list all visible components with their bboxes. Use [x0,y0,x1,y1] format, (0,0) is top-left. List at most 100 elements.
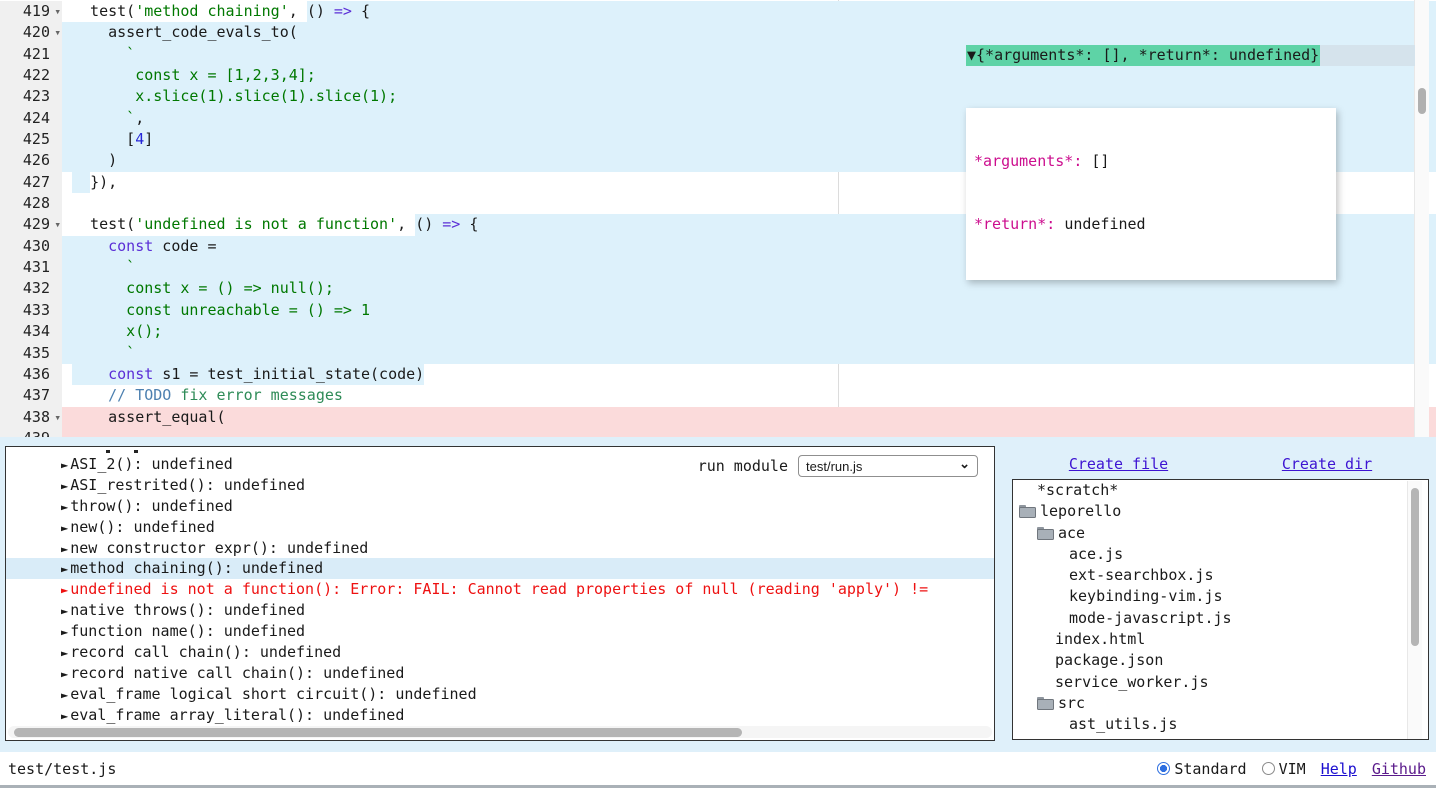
code-token: s1 = test_initial_state(code) [153,364,424,385]
test-result-row[interactable]: ►ASI_restrited(): undefined [6,475,994,496]
code-line[interactable]: 437 // TODO fix error messages [0,385,1436,406]
code-token: , [397,214,415,235]
inspector-row[interactable]: *return*: undefined [974,214,1330,235]
editor-vertical-scrollbar[interactable] [1414,0,1429,437]
test-result-row[interactable]: ►eval_frame array_literal(): undefined [6,705,994,726]
tree-file-item[interactable]: index.html [1013,629,1428,650]
code-line[interactable]: 434 x(); [0,321,1436,342]
test-result-row[interactable]: ►undefined is not a function(): Error: F… [6,579,994,600]
test-result-list: ►ASI_2(): undefined►ASI_restrited(): und… [6,447,994,726]
expand-triangle-icon[interactable]: ► [61,583,68,597]
expand-triangle-icon[interactable]: ► [61,646,68,660]
code-token: test( [72,1,135,22]
tree-folder-item[interactable]: leporello [1013,501,1428,522]
code-line[interactable]: 439 [0,428,1436,437]
expand-triangle-icon[interactable]: ► [61,625,68,639]
tree-file-item[interactable]: ext-searchbox.js [1013,565,1428,586]
expand-triangle-icon[interactable]: ► [61,709,68,723]
code-line-text[interactable]: const s1 = test_initial_state(code) [62,364,1436,385]
gutter-line-number[interactable]: 438▾ [0,407,62,428]
tree-file-item[interactable]: ace.js [1013,544,1428,565]
radio-selected-icon[interactable] [1157,762,1170,775]
create-dir-link[interactable]: Create dir [1282,455,1372,473]
collapse-triangle-icon[interactable]: ▼ [967,46,976,64]
file-tree-header: Create file Create dir [1012,450,1429,478]
gutter-line-number[interactable]: 429▾ [0,214,62,235]
gutter-line-number: 435 [0,343,62,364]
code-line[interactable]: 436 const s1 = test_initial_state(code) [0,364,1436,385]
test-result-row[interactable]: ►new constructor expr(): undefined [6,538,994,559]
current-file-path: test/test.js [8,760,116,778]
test-result-row[interactable]: ►native throws(): undefined [6,600,994,621]
expand-triangle-icon[interactable]: ► [61,688,68,702]
test-result-text: record call chain(): undefined [70,643,341,661]
test-results-panel[interactable]: ►ASI_2(): undefined►ASI_restrited(): und… [5,446,995,741]
scrollbar-thumb[interactable] [1418,88,1426,114]
inspector-row[interactable]: *arguments*: [] [974,151,1330,172]
test-result-text: ASI_restrited(): undefined [70,476,305,494]
code-token: const [108,364,153,385]
expand-triangle-icon[interactable]: ► [61,604,68,618]
tree-item-label: ext-searchbox.js [1069,565,1214,586]
code-line-text[interactable]: assert_equal( [62,407,1436,428]
code-token: { [361,1,370,22]
results-horizontal-scrollbar[interactable] [8,726,992,738]
expand-triangle-icon[interactable]: ► [61,542,68,556]
tree-vertical-scrollbar[interactable] [1407,481,1422,739]
code-token: assert_equal( [72,407,226,428]
tree-file-item[interactable]: package.json [1013,650,1428,671]
value-inspector-tooltip[interactable]: ▼{*arguments*: [], *return*: undefined} … [966,3,1415,322]
run-module-select[interactable]: test/run.js ⌄ [798,455,978,477]
expand-triangle-icon[interactable]: ► [61,479,68,493]
test-result-row[interactable]: ►method chaining(): undefined [6,558,994,579]
gutter-line-number[interactable]: 419▾ [0,1,62,22]
tree-file-item[interactable]: *scratch* [1013,480,1428,501]
tree-file-item[interactable]: service_worker.js [1013,672,1428,693]
test-result-row[interactable]: ►function name(): undefined [6,621,994,642]
code-line[interactable]: 438▾ assert_equal( [0,407,1436,428]
github-link[interactable]: Github [1372,760,1426,778]
scrollbar-thumb[interactable] [14,728,742,737]
test-result-row[interactable]: ►record call chain(): undefined [6,642,994,663]
gutter-line-number[interactable]: 420▾ [0,22,62,43]
expand-triangle-icon[interactable]: ► [61,458,68,472]
tree-folder-item[interactable]: ace [1013,523,1428,544]
expand-triangle-icon[interactable]: ► [61,562,68,576]
gutter-line-number: 425 [0,129,62,150]
scrollbar-thumb[interactable] [1411,488,1419,646]
code-token: const x = () => null(); [72,278,334,299]
code-line-text[interactable] [62,428,1436,437]
test-result-text: method chaining(): undefined [70,559,323,577]
expand-triangle-icon[interactable]: ► [61,500,68,514]
fold-toggle-icon[interactable]: ▾ [54,214,61,235]
create-file-link[interactable]: Create file [1069,455,1168,473]
tree-folder-item[interactable]: src [1013,693,1428,714]
radio-unselected-icon[interactable] [1262,762,1275,775]
keybinding-vim-radio[interactable]: VIM [1262,760,1306,778]
tree-file-item[interactable]: mode-javascript.js [1013,608,1428,629]
help-link[interactable]: Help [1321,760,1357,778]
keybinding-standard-radio[interactable]: Standard [1157,760,1246,778]
code-token: 4 [135,129,144,150]
test-result-row[interactable]: ►throw(): undefined [6,496,994,517]
code-editor[interactable]: 419▾ test('method chaining', () => {420▾… [0,0,1436,437]
code-line[interactable]: 435 ` [0,343,1436,364]
code-line-text[interactable]: ` [62,343,1436,364]
test-result-row[interactable]: ►new(): undefined [6,517,994,538]
gutter-line-number: 426 [0,150,62,171]
expand-triangle-icon[interactable]: ► [61,521,68,535]
tree-item-label: service_worker.js [1055,672,1209,693]
tree-file-item[interactable]: keybinding-vim.js [1013,586,1428,607]
file-tree-panel[interactable]: *scratch*leporelloaceace.jsext-searchbox… [1012,479,1429,740]
code-line-text[interactable]: x(); [62,321,1436,342]
tree-file-item[interactable]: ast_utils.js [1013,714,1428,735]
test-result-row[interactable]: ►eval_frame logical short circuit(): und… [6,684,994,705]
expand-triangle-icon[interactable]: ► [61,667,68,681]
fold-toggle-icon[interactable]: ▾ [54,407,61,428]
code-line-text[interactable]: // TODO fix error messages [62,385,1436,406]
code-token: () [307,1,334,22]
inspector-header-row[interactable]: ▼{*arguments*: [], *return*: undefined} [966,45,1415,66]
fold-toggle-icon[interactable]: ▾ [54,1,61,22]
fold-toggle-icon[interactable]: ▾ [54,22,61,43]
test-result-row[interactable]: ►record native call chain(): undefined [6,663,994,684]
